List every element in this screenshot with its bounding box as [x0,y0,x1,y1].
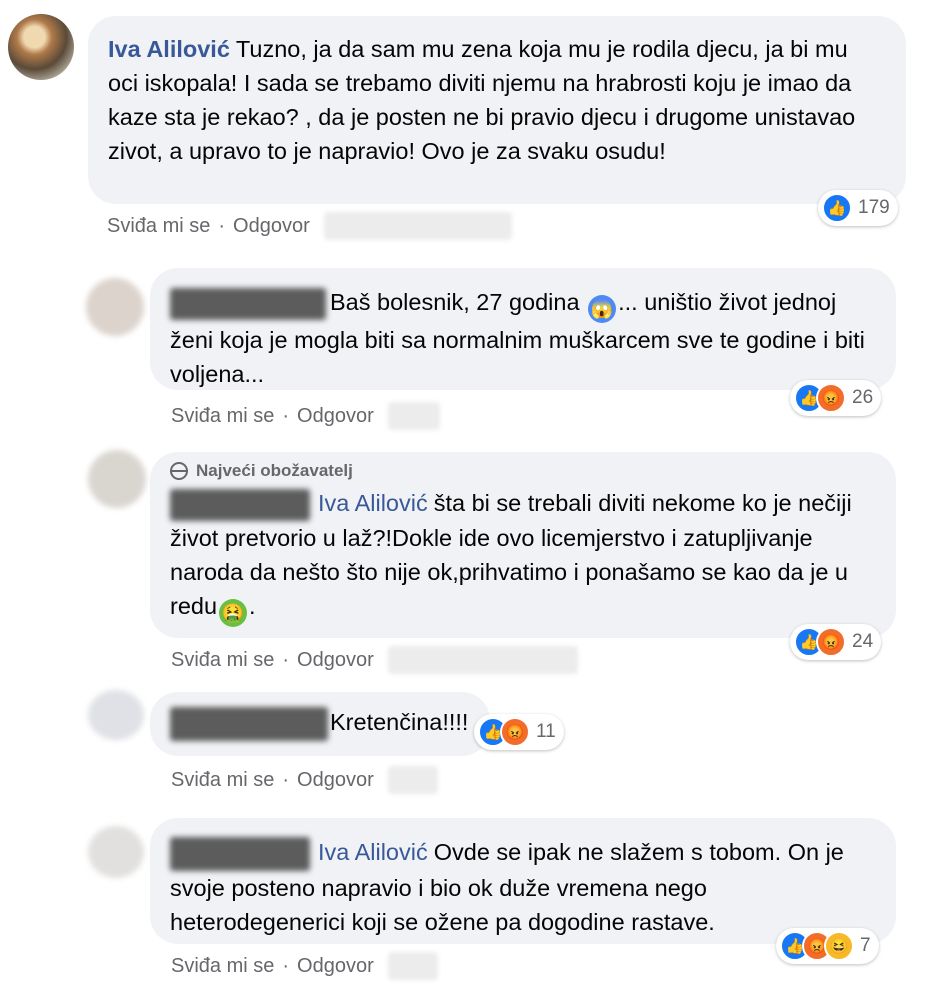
author-name-redacted[interactable] [170,706,328,741]
reaction-count: 179 [858,197,890,218]
emoji-glyph: 🤮 [221,602,245,623]
author-name-redacted[interactable] [170,836,310,871]
badge-label: Najveći obožavatelj [196,461,353,480]
angry-reaction-icon: 😡 [816,383,846,413]
mention-link[interactable]: Iva Alilović [318,490,428,516]
reaction-summary[interactable]: 👍 😡 😆 7 [776,928,879,964]
reply-bubble: Kretenčina!!!! [150,692,490,756]
globe-icon [170,462,188,480]
reply-button[interactable]: Odgovor [297,405,374,428]
reaction-count: 11 [536,721,556,742]
reaction-summary[interactable]: 👍 😡 11 [474,714,564,750]
like-reaction-icon: 👍 [822,193,852,223]
author-name-redacted[interactable] [170,488,310,521]
avatar-iva-alilovic[interactable] [8,14,74,80]
author-name-redacted[interactable] [170,287,326,320]
avatar-redacted[interactable] [86,278,144,336]
like-button[interactable]: Sviđa mi se [171,649,274,672]
separator-dot: · [282,648,290,671]
reply-bubble: Iva Alilović Ovde se ipak ne slažem s tob… [150,818,896,944]
separator-dot: · [218,214,226,237]
avatar-redacted[interactable] [88,450,146,508]
reply-actions: Sviđa mi se · Odgovor [171,766,438,794]
angry-reaction-icon: 😡 [500,717,530,747]
angry-reaction-icon: 😡 [816,627,846,657]
like-button[interactable]: Sviđa mi se [107,215,210,238]
timestamp-redacted [323,212,512,240]
reply-text-end: . [249,592,256,619]
timestamp-redacted [387,952,438,980]
reply-button[interactable]: Odgovor [233,215,310,238]
emoji-glyph: 😱 [590,299,614,319]
reply-bubble: Najveći obožavatelj Iva Alilović šta bi s… [150,452,896,638]
comment-author[interactable]: Iva Alilović [108,36,230,62]
reaction-summary-main[interactable]: 👍 179 [818,190,898,226]
reaction-count: 7 [860,935,871,956]
separator-dot: · [282,954,290,977]
reaction-count: 26 [852,387,874,408]
scream-emoji-icon: 😱 [588,295,617,323]
like-button[interactable]: Sviđa mi se [171,405,274,428]
comment-actions-main: Sviđa mi se · Odgovor [107,212,512,240]
reaction-summary[interactable]: 👍 😡 26 [790,380,882,416]
comment-bubble-main: Iva Alilović Tuzno, ja da sam mu zena koj… [88,16,906,204]
reply-actions: Sviđa mi se · Odgovor [171,646,578,674]
timestamp-redacted [387,646,578,674]
timestamp-redacted [387,766,438,794]
vomit-emoji-icon: 🤮 [219,598,248,627]
mention-link[interactable]: Iva Alilović [318,839,428,865]
avatar-redacted[interactable] [88,826,144,878]
reply-text: Kretenčina!!!! [330,709,469,735]
reply-actions: Sviđa mi se · Odgovor [171,952,438,980]
timestamp-redacted [387,402,440,430]
separator-dot: · [282,404,290,427]
avatar-redacted[interactable] [88,690,144,740]
reaction-summary[interactable]: 👍 😡 24 [790,624,882,660]
reply-bubble: Baš bolesnik, 27 godina 😱... uništio živ… [150,268,896,390]
reply-actions: Sviđa mi se · Odgovor [171,402,440,430]
like-button[interactable]: Sviđa mi se [171,955,274,978]
separator-dot: · [282,768,290,791]
reaction-count: 24 [852,631,874,652]
reply-button[interactable]: Odgovor [297,955,374,978]
like-button[interactable]: Sviđa mi se [171,769,274,792]
top-fan-badge: Najveći obožavatelj [170,452,874,486]
haha-reaction-icon: 😆 [824,931,854,961]
reply-button[interactable]: Odgovor [297,769,374,792]
reply-button[interactable]: Odgovor [297,649,374,672]
reply-text: Baš bolesnik, 27 godina [330,289,580,315]
